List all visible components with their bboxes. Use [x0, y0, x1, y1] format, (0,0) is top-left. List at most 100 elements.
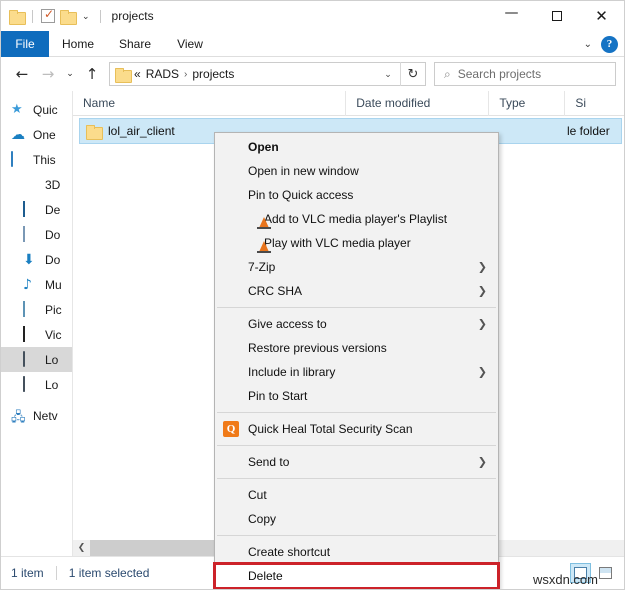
- navigation-pane: ★ Quic ☁ One This 3D De Do: [1, 91, 73, 556]
- tab-share[interactable]: Share: [107, 31, 163, 57]
- menu-item-open-in-new-window[interactable]: Open in new window: [215, 159, 498, 183]
- drive-icon: [23, 377, 39, 393]
- recent-locations-icon[interactable]: ⌄: [61, 61, 79, 87]
- documents-icon: [23, 227, 39, 243]
- 3d-objects-icon: [23, 177, 39, 193]
- menu-item-label: 7-Zip: [248, 260, 275, 274]
- desktop-icon: [23, 202, 39, 218]
- menu-item-create-shortcut[interactable]: Create shortcut: [215, 540, 498, 564]
- maximize-button[interactable]: [534, 1, 579, 31]
- sidebar-item-network[interactable]: 🖧 Netv: [1, 403, 72, 428]
- sidebar-item-label: Quic: [33, 103, 58, 117]
- menu-item-label: Add to VLC media player's Playlist: [264, 212, 447, 226]
- large-icons-view-button[interactable]: [595, 563, 616, 583]
- file-name: lol_air_client: [108, 124, 175, 138]
- divider: [100, 10, 101, 23]
- folder-icon: [86, 125, 101, 138]
- menu-item-restore-previous-versions[interactable]: Restore previous versions: [215, 336, 498, 360]
- sidebar-item-local-disk-d[interactable]: Lo: [1, 372, 72, 397]
- column-label: Name: [83, 96, 115, 110]
- sidebar-item-this-pc[interactable]: This: [1, 147, 72, 172]
- sidebar-item-quick-access[interactable]: ★ Quic: [1, 97, 72, 122]
- sidebar-item-label: Mu: [45, 278, 62, 292]
- sidebar-item-label: Netv: [33, 409, 58, 423]
- refresh-button[interactable]: ↻: [400, 62, 425, 86]
- sidebar-item-3d-objects[interactable]: 3D: [1, 172, 72, 197]
- tab-file[interactable]: File: [1, 31, 49, 57]
- sidebar-item-label: This: [33, 153, 56, 167]
- menu-item-label: CRC SHA: [248, 284, 302, 298]
- collapse-ribbon-icon[interactable]: ⌄: [584, 39, 592, 50]
- sidebar-item-local-disk-c[interactable]: Lo: [1, 347, 72, 372]
- file-type: le folder: [567, 124, 610, 138]
- menu-item-open[interactable]: Open: [215, 135, 498, 159]
- videos-icon: [23, 327, 39, 343]
- sidebar-item-downloads[interactable]: ⬇ Do: [1, 247, 72, 272]
- sidebar-item-onedrive[interactable]: ☁ One: [1, 122, 72, 147]
- minimize-button[interactable]: —: [489, 1, 534, 31]
- menu-separator: [217, 445, 496, 446]
- breadcrumb-item-projects[interactable]: projects: [192, 67, 234, 81]
- new-folder-icon[interactable]: [60, 10, 75, 23]
- menu-item-7-zip[interactable]: 7-Zip ❯: [215, 255, 498, 279]
- file-explorer-window: ⌄ projects — ✕ File Home Share View ⌄ ? …: [0, 0, 625, 590]
- context-menu: Open Open in new window Pin to Quick acc…: [214, 132, 499, 590]
- search-input[interactable]: Search projects: [458, 67, 541, 81]
- sidebar-item-desktop[interactable]: De: [1, 197, 72, 222]
- menu-item-play-with-vlc[interactable]: Play with VLC media player: [215, 231, 498, 255]
- sidebar-item-label: Lo: [45, 378, 58, 392]
- column-header-date-modified[interactable]: Date modified: [346, 91, 489, 116]
- menu-item-cut[interactable]: Cut: [215, 483, 498, 507]
- sidebar-item-label: Do: [45, 228, 60, 242]
- breadcrumb-item-rads[interactable]: RADS: [146, 67, 179, 81]
- sidebar-item-documents[interactable]: Do: [1, 222, 72, 247]
- menu-separator: [217, 535, 496, 536]
- menu-item-give-access-to[interactable]: Give access to ❯: [215, 312, 498, 336]
- sidebar-item-label: Vic: [45, 328, 61, 342]
- sidebar-item-music[interactable]: ♪ Mu: [1, 272, 72, 297]
- column-header-type[interactable]: Type: [489, 91, 565, 116]
- menu-item-send-to[interactable]: Send to ❯: [215, 450, 498, 474]
- sidebar-item-label: Pic: [45, 303, 62, 317]
- search-box[interactable]: ⌕ Search projects: [434, 62, 616, 86]
- sidebar-item-label: 3D: [45, 178, 60, 192]
- forward-button[interactable]: →: [35, 61, 61, 87]
- tab-view[interactable]: View: [163, 31, 217, 57]
- address-bar-row: ← → ⌄ ↑ « RADS › projects ⌄ ↻ ⌕ Search p…: [1, 57, 624, 91]
- menu-separator: [217, 478, 496, 479]
- ribbon-tabs: File Home Share View ⌄ ?: [1, 31, 624, 57]
- folder-icon[interactable]: [9, 10, 24, 23]
- breadcrumb: « RADS › projects: [134, 67, 376, 81]
- sidebar-item-pictures[interactable]: Pic: [1, 297, 72, 322]
- sidebar-item-videos[interactable]: Vic: [1, 322, 72, 347]
- scroll-left-button[interactable]: ❮: [73, 540, 90, 556]
- address-input[interactable]: « RADS › projects ⌄ ↻: [109, 62, 426, 86]
- menu-item-add-to-vlc-playlist[interactable]: Add to VLC media player's Playlist: [215, 207, 498, 231]
- menu-item-pin-to-quick-access[interactable]: Pin to Quick access: [215, 183, 498, 207]
- chevron-right-icon: ❯: [478, 285, 487, 298]
- column-header-size[interactable]: Si: [565, 91, 624, 116]
- tab-home[interactable]: Home: [49, 31, 107, 57]
- menu-separator: [217, 307, 496, 308]
- breadcrumb-separator: ›: [184, 69, 187, 80]
- menu-item-include-in-library[interactable]: Include in library ❯: [215, 360, 498, 384]
- quick-heal-icon: Q: [223, 421, 239, 437]
- network-icon: 🖧: [11, 408, 27, 424]
- properties-icon[interactable]: [41, 9, 55, 23]
- menu-item-copy[interactable]: Copy: [215, 507, 498, 531]
- column-header-name[interactable]: Name ^: [73, 91, 346, 116]
- menu-item-quick-heal-scan[interactable]: Q Quick Heal Total Security Scan: [215, 417, 498, 441]
- menu-item-delete[interactable]: Delete: [215, 564, 498, 588]
- back-button[interactable]: ←: [9, 61, 35, 87]
- search-icon: ⌕: [444, 67, 451, 82]
- pictures-icon: [23, 302, 39, 318]
- menu-item-crc-sha[interactable]: CRC SHA ❯: [215, 279, 498, 303]
- menu-item-pin-to-start[interactable]: Pin to Start: [215, 384, 498, 408]
- close-button[interactable]: ✕: [579, 1, 624, 31]
- up-button[interactable]: ↑: [79, 61, 105, 87]
- address-dropdown-icon[interactable]: ⌄: [376, 69, 400, 80]
- help-button[interactable]: ?: [601, 36, 618, 53]
- chevron-down-icon[interactable]: ⌄: [80, 12, 92, 21]
- chevron-right-icon: ❯: [478, 261, 487, 274]
- window-title: projects: [112, 9, 154, 23]
